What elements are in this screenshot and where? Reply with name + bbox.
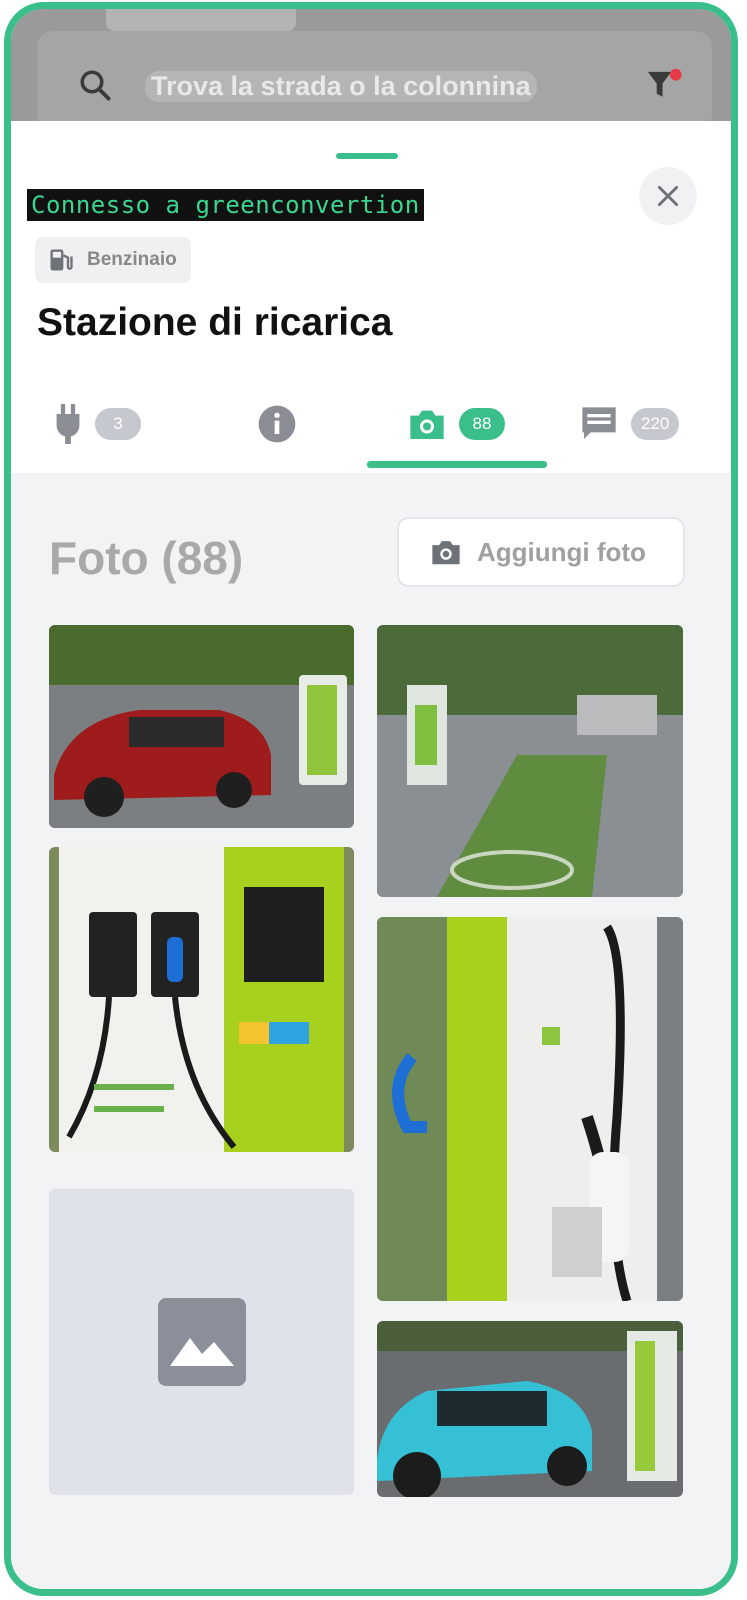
search-bar[interactable]: Trova la strada o la colonnina [37,31,712,131]
sheet-drag-handle[interactable] [336,153,398,159]
camera-icon [410,410,444,439]
close-button[interactable] [639,167,697,225]
photo-charging-parking-space[interactable] [377,625,683,897]
photos-section-title: Foto (88) [49,532,244,584]
photo-charger-cable-side[interactable] [377,917,683,1301]
active-tab-indicator [367,461,547,468]
photos-section: Foto (88) Aggiungi foto [11,473,731,1589]
search-icon[interactable] [77,67,113,103]
comment-icon [582,407,616,439]
connection-status: Connesso a greenconvertion [27,189,424,221]
search-input[interactable]: Trova la strada o la colonnina [145,71,537,102]
category-chip: Benzinaio [35,237,191,283]
tab-info[interactable] [257,389,297,459]
add-photo-label: Aggiungi foto [477,536,646,567]
tab-connectors[interactable]: 3 [53,389,141,459]
map-overlay-top: Trova la strada o la colonnina [11,9,731,131]
tab-comments[interactable]: 220 [579,389,680,459]
close-icon [657,185,679,207]
station-detail-sheet: Connesso a greenconvertion Benzinaio Sta… [11,121,731,1589]
image-icon [157,1298,246,1386]
station-title: Stazione di ricarica [37,301,393,344]
info-icon [258,405,296,443]
photo-charging-station-closeup[interactable] [49,847,354,1152]
plug-icon [56,404,80,444]
tab-photos[interactable]: 88 [407,389,505,459]
photo-blue-car-charging[interactable] [377,1321,683,1497]
phone-frame: Trova la strada o la colonnina Connesso … [4,2,738,1596]
photo-red-car-charging[interactable] [49,625,354,828]
tab-bar: 3 88 220 [11,389,731,469]
category-label: Benzinaio [87,249,177,270]
add-photo-button[interactable]: Aggiungi foto [397,517,685,587]
photo-placeholder[interactable] [49,1189,354,1495]
comments-count-badge: 220 [631,408,680,440]
camera-icon [432,541,460,565]
photos-count-badge: 88 [459,408,505,440]
fuel-pump-icon [50,249,73,271]
connectors-count-badge: 3 [95,408,141,440]
filter-icon[interactable] [645,67,683,103]
status-bar-notch [106,9,296,31]
